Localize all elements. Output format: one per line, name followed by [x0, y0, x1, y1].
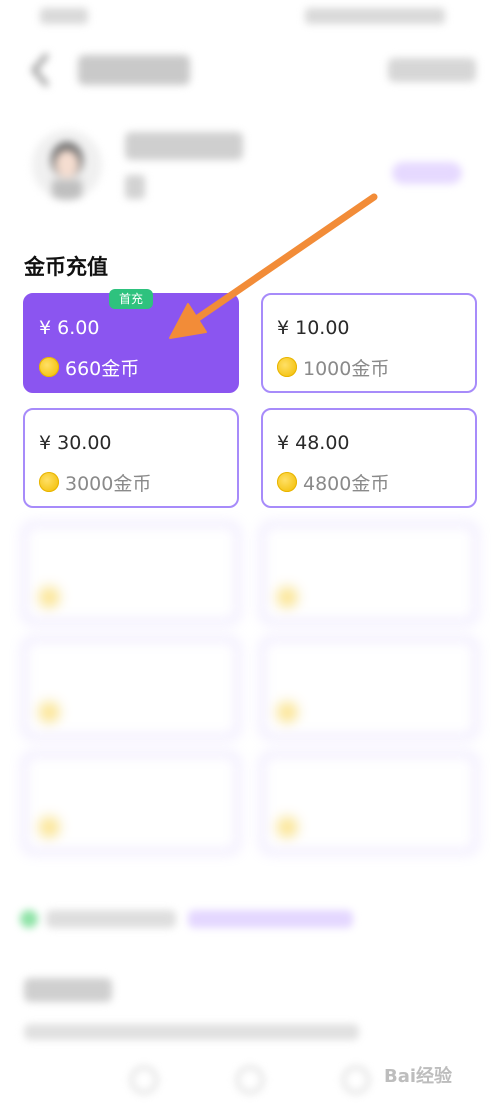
coin-icon [39, 472, 59, 492]
coin-icon [277, 472, 297, 492]
recharge-option-6[interactable]: 首充 ¥ 6.00 660金币 [23, 289, 239, 393]
coin-icon [277, 702, 297, 722]
price-label: ¥ 48.00 [277, 432, 350, 454]
coin-icon [277, 817, 297, 837]
recharge-option-48[interactable]: ¥ 48.00 4800金币 [261, 408, 477, 508]
price-label: ¥ 30.00 [39, 432, 112, 454]
user-name [125, 132, 243, 160]
recharge-option-30[interactable]: ¥ 30.00 3000金币 [23, 408, 239, 508]
faq-line [24, 1024, 359, 1040]
faq-title [24, 978, 112, 1002]
avatar [32, 130, 102, 200]
page-title [78, 55, 190, 85]
recharge-option-blurred[interactable] [261, 523, 477, 623]
coin-amount: 660金币 [65, 358, 140, 380]
section-title: 金币充值 [24, 255, 108, 279]
price-label: ¥ 6.00 [39, 317, 100, 339]
nav-icon-right[interactable] [342, 1066, 370, 1094]
recharge-option-blurred[interactable] [23, 523, 239, 623]
nav-icon-left[interactable] [130, 1066, 158, 1094]
back-arrow-icon[interactable] [26, 52, 56, 88]
coin-icon [39, 357, 59, 377]
status-bar-icons [305, 8, 445, 24]
price-label: ¥ 10.00 [277, 317, 350, 339]
coin-balance [125, 175, 145, 199]
watermark-logo: Bai经验 [384, 1066, 453, 1087]
recharge-option-10[interactable]: ¥ 10.00 1000金币 [261, 293, 477, 393]
header-right-link[interactable] [388, 58, 476, 82]
coin-amount: 1000金币 [303, 358, 390, 380]
coin-amount: 4800金币 [303, 473, 390, 495]
agreement-link[interactable] [188, 910, 353, 928]
coin-icon [39, 817, 59, 837]
coin-amount: 3000金币 [65, 473, 152, 495]
recharge-option-blurred[interactable] [261, 753, 477, 853]
recharge-option-blurred[interactable] [261, 638, 477, 738]
first-recharge-badge: 首充 [109, 289, 153, 309]
coin-icon [277, 587, 297, 607]
recharge-option-blurred[interactable] [23, 753, 239, 853]
coin-icon [39, 587, 59, 607]
coin-icon [39, 702, 59, 722]
recharge-option-blurred[interactable] [23, 638, 239, 738]
details-pill-button[interactable] [392, 162, 462, 184]
nav-icon-center[interactable] [236, 1066, 264, 1094]
agree-checkbox[interactable] [20, 910, 38, 928]
status-bar-time [40, 8, 88, 24]
coin-icon [277, 357, 297, 377]
agreement-text [46, 910, 176, 928]
